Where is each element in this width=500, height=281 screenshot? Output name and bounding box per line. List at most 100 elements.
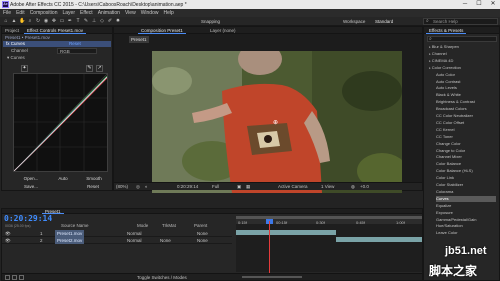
curves-reset-button[interactable]: Reset	[85, 183, 101, 190]
layer-mode-select[interactable]: Normal	[127, 237, 142, 244]
layer-name[interactable]: Preset1.mov	[55, 230, 85, 237]
clone-stamp-tool-icon[interactable]: ⊥	[91, 19, 97, 24]
current-time-indicator-line[interactable]	[269, 221, 270, 279]
curves-smooth-button[interactable]: Smooth	[84, 175, 104, 182]
effects-list-item[interactable]: ▸Channel	[429, 51, 447, 57]
layer-parent-select[interactable]: None	[197, 230, 208, 237]
effects-list-item[interactable]: Gamma/Pedestal/Gain	[436, 217, 476, 223]
tab-composition[interactable]: Composition Preset1	[138, 27, 186, 34]
menu-edit[interactable]: Edit	[16, 10, 25, 16]
effects-list-item[interactable]: Leave Color	[436, 230, 458, 236]
effects-list-item[interactable]: CC Color Neutralizer	[436, 113, 473, 119]
column-header-trkmat[interactable]: TrkMat	[162, 223, 176, 228]
menu-layer[interactable]: Layer	[62, 10, 75, 16]
effects-list-item[interactable]: Channel Mixer	[436, 154, 462, 160]
menu-window[interactable]: Window	[141, 10, 159, 16]
effects-list-item[interactable]: Brightness & Contrast	[436, 99, 475, 105]
close-button[interactable]: ✕	[486, 0, 500, 9]
effects-list-item[interactable]: Broadcast Colors	[436, 106, 467, 112]
brush-tool-icon[interactable]: ✎	[83, 19, 89, 24]
resolution-select[interactable]: Full	[212, 184, 219, 190]
eraser-tool-icon[interactable]: ◇	[99, 19, 105, 24]
menu-help[interactable]: Help	[163, 10, 173, 16]
expand-triangle-icon[interactable]: ▸	[429, 66, 431, 70]
curves-effect-header[interactable]: fx Curves Reset	[3, 41, 111, 47]
layer-2-duration-bar[interactable]	[336, 237, 422, 242]
tab-layer[interactable]: Layer (none)	[207, 27, 239, 34]
layer-switches-pane-icon[interactable]	[5, 275, 10, 280]
curve-pencil-tool-icon[interactable]: ✎	[86, 65, 93, 72]
effects-list-item[interactable]: Change to Color	[436, 148, 465, 154]
expand-triangle-icon[interactable]: ▸	[429, 45, 431, 49]
layer-track-area[interactable]	[236, 224, 422, 272]
menu-animation[interactable]: Animation	[98, 10, 120, 16]
composition-viewer[interactable]: ⊕	[152, 51, 402, 193]
search-help-input[interactable]: ⌕ Search Help	[423, 18, 498, 25]
rotate-tool-icon[interactable]: ↻	[35, 19, 41, 24]
effects-list-item[interactable]: Equalize	[436, 203, 451, 209]
anchor-point-icon[interactable]: ⊕	[273, 119, 278, 126]
layer-name[interactable]: Preset2.mov	[55, 237, 85, 244]
minimize-button[interactable]: ─	[458, 0, 472, 9]
layer-mode-select[interactable]: Normal	[127, 230, 142, 237]
in-out-pane-icon[interactable]	[19, 275, 24, 280]
effects-list-item[interactable]: Color Stabilizer	[436, 182, 463, 188]
timeline-layer-row[interactable]: 👁 1 Preset1.mov Normal None	[2, 230, 232, 237]
effects-list-item[interactable]: Color Balance (HLS)	[436, 168, 473, 174]
effects-list-item[interactable]: CC Toner	[436, 134, 453, 140]
home-icon[interactable]: ⌂	[3, 19, 9, 24]
toggle-switches-modes-button[interactable]: Toggle Switches / Modes	[137, 275, 187, 280]
zoom-tool-icon[interactable]: ⌕	[27, 19, 33, 24]
column-header-parent[interactable]: Parent	[194, 223, 207, 228]
effects-list-item[interactable]: Auto Contrast	[436, 79, 460, 85]
viewer-timecode[interactable]: 0:20:29:14	[177, 184, 198, 190]
show-channel-icon[interactable]: ◐	[145, 184, 148, 190]
expand-triangle-icon[interactable]: ▸	[429, 59, 431, 63]
exposure-value[interactable]: +0.0	[360, 184, 369, 190]
selection-tool-icon[interactable]: ▲	[11, 19, 17, 24]
maximize-button[interactable]: ☐	[472, 0, 486, 9]
type-tool-icon[interactable]: T	[75, 19, 81, 24]
current-time-display[interactable]: 0:20:29:14	[4, 214, 52, 223]
magnification-select[interactable]: (80%)	[116, 184, 128, 190]
effects-list-item[interactable]: Color Balance	[436, 161, 461, 167]
layer-parent-select[interactable]: None	[197, 237, 208, 244]
menu-composition[interactable]: Composition	[30, 10, 58, 16]
curves-open-button[interactable]: Open...	[22, 175, 40, 182]
effects-search-input[interactable]: ⌕	[427, 36, 497, 42]
zoom-slider[interactable]	[242, 276, 302, 278]
transfer-controls-pane-icon[interactable]	[12, 275, 17, 280]
effects-list-item[interactable]: Black & White	[436, 92, 461, 98]
effects-list-item[interactable]: Change Color	[436, 141, 461, 147]
curves-graph[interactable]	[13, 73, 108, 172]
effects-list-item[interactable]: Auto Color	[436, 72, 455, 78]
column-header-mode[interactable]: Mode	[137, 223, 148, 228]
curve-smooth-tool-icon[interactable]: ↗	[96, 65, 103, 72]
camera-snapshot-icon[interactable]: ◎	[136, 184, 140, 190]
effects-list-item[interactable]: Hue/Saturation	[436, 223, 463, 229]
visibility-eye-icon[interactable]: 👁	[5, 230, 11, 237]
tab-effect-controls[interactable]: Effect Controls Preset1.mov	[24, 27, 86, 34]
layer-1-duration-bar[interactable]	[236, 230, 336, 235]
pan-behind-tool-icon[interactable]: ✥	[51, 19, 57, 24]
puppet-tool-icon[interactable]: ✸	[115, 19, 121, 24]
fx-toggle-icon[interactable]: fx	[6, 41, 10, 46]
effects-list-item[interactable]: Curves	[436, 195, 496, 202]
tab-project[interactable]: Project	[2, 27, 22, 34]
rectangle-tool-icon[interactable]: ▭	[59, 19, 65, 24]
curves-save-button[interactable]: Save...	[22, 183, 40, 190]
timeline-layer-row[interactable]: 👁 2 Preset2.mov Normal None None	[2, 237, 232, 244]
layer-trkmat-select[interactable]: None	[160, 237, 171, 244]
reset-exposure-icon[interactable]: ◍	[351, 184, 355, 190]
camera-tool-icon[interactable]: ◉	[43, 19, 49, 24]
channel-select[interactable]: RGB	[57, 48, 97, 54]
tab-effects-presets[interactable]: Effects & Presets	[426, 27, 467, 34]
visibility-eye-icon[interactable]: 👁	[5, 237, 11, 244]
curves-auto-button[interactable]: Auto	[57, 175, 69, 182]
workspace-select[interactable]: Standard	[375, 19, 393, 24]
comp-name-tab[interactable]: Preset1	[129, 36, 149, 43]
curve-point-tool-icon[interactable]: ✦	[21, 65, 28, 72]
hand-tool-icon[interactable]: ✋	[19, 19, 25, 24]
transparency-grid-icon[interactable]: ▦	[246, 184, 250, 190]
region-of-interest-icon[interactable]: ▣	[237, 184, 241, 190]
